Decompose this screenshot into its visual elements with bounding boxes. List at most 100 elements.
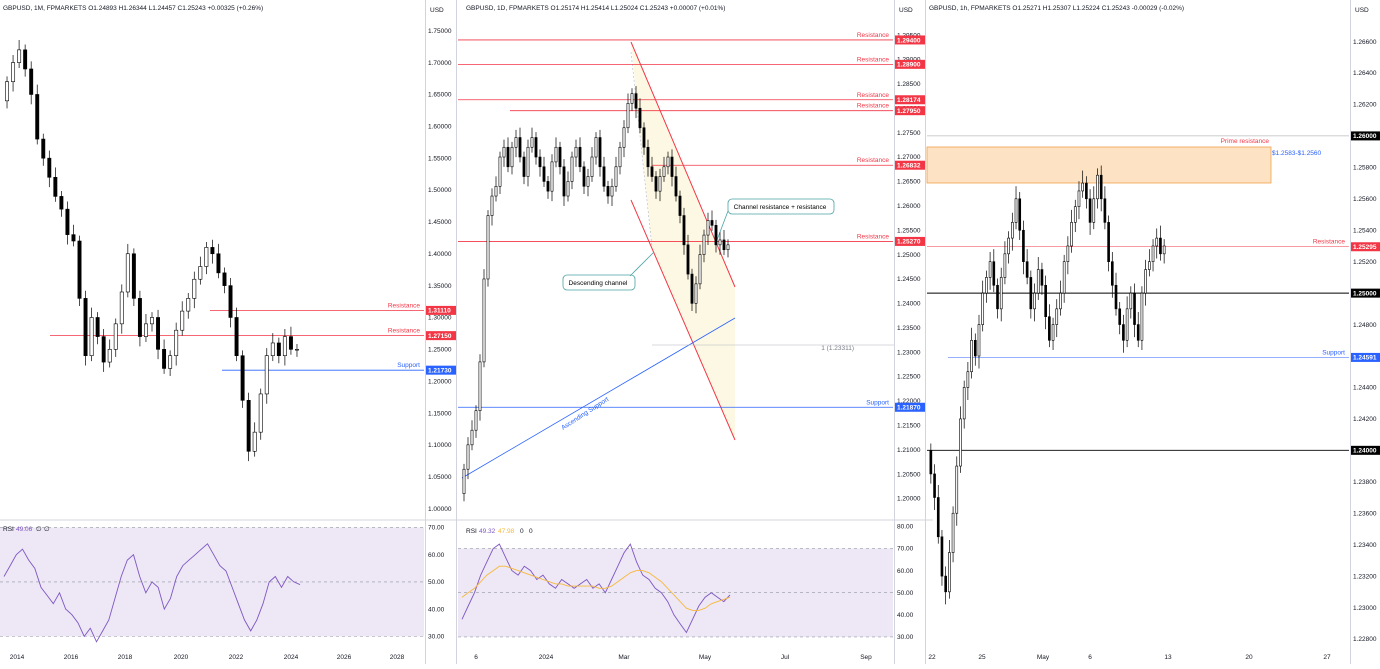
candle-body <box>582 166 586 187</box>
time-axis-tick: Mar <box>618 654 630 661</box>
price-tag-value: 1.31110 <box>428 308 451 315</box>
candle-body <box>1014 198 1018 223</box>
fib-level-label: 1 (1.23311) <box>821 345 854 352</box>
candle-body <box>246 400 251 452</box>
candle-body <box>929 450 933 475</box>
price-tag-value: 1.21870 <box>897 405 921 412</box>
candle-body <box>1099 174 1103 200</box>
candle-body <box>1055 308 1059 325</box>
candle-body <box>944 575 947 593</box>
monthly-chart-panel[interactable]: 1.75000 1.70000 1.65000 1.60000 1.55000 1.500… <box>0 28 464 661</box>
time-axis-tick: Sep <box>860 654 872 661</box>
candle-body <box>606 185 610 197</box>
time-axis-tick: 27 <box>1323 654 1331 661</box>
candle-body <box>574 146 578 158</box>
price-axis-tick: 1.10000 <box>428 442 452 449</box>
candle-body <box>1085 182 1088 200</box>
price-axis-tick: 1.23200 <box>1353 573 1377 580</box>
candle-body <box>530 137 534 148</box>
candle-body <box>1140 292 1144 341</box>
candle-body <box>1007 237 1010 255</box>
price-axis-tick: 1.24000 <box>897 301 921 308</box>
candle-body <box>180 310 185 331</box>
candle-body <box>981 292 985 325</box>
level-label: Resistance <box>388 302 421 309</box>
candle-body <box>1159 237 1162 255</box>
candle-body <box>482 278 486 363</box>
candle-body <box>951 512 955 553</box>
candle-body <box>988 261 992 278</box>
candle-body <box>566 181 570 197</box>
price-tag-value: 1.28900 <box>897 62 921 69</box>
candle-body <box>252 431 257 452</box>
candle-body <box>959 418 962 467</box>
ascending-support-line <box>461 317 736 479</box>
candle-body <box>1036 269 1040 294</box>
candle-body <box>5 81 9 102</box>
price-axis-tick: 1.26000 <box>897 203 921 210</box>
price-axis-tick: 1.25500 <box>897 227 921 234</box>
candle-body <box>83 298 88 357</box>
chart-workspace: 1.75000 1.70000 1.65000 1.60000 1.55000 1.500… <box>0 0 1380 664</box>
candle-body <box>714 225 718 246</box>
candle-body <box>682 215 686 246</box>
candle-body <box>95 317 100 337</box>
price-axis-tick: 1.50000 <box>428 187 452 194</box>
level-label: Support <box>866 399 889 406</box>
candle-body <box>204 247 209 267</box>
candle-body <box>143 323 148 337</box>
candle-body <box>258 393 263 433</box>
candle-body <box>174 329 179 357</box>
price-axis-tick: 1.45000 <box>428 219 452 226</box>
level-label: Resistance <box>857 32 890 39</box>
candle-body <box>1018 198 1022 231</box>
candle-body <box>1151 245 1155 262</box>
rsi-axis-tick: 50.00 <box>428 579 445 586</box>
hourly-currency-label: USD <box>1355 7 1369 14</box>
candle-body <box>53 176 58 197</box>
rsi-axis-tick: 80.00 <box>897 524 914 531</box>
price-axis-tick: 1.25400 <box>1353 227 1377 234</box>
candle-body <box>1103 198 1107 223</box>
level-label: Resistance <box>857 157 890 164</box>
chart-canvas: 1.75000 1.70000 1.65000 1.60000 1.55000 1.500… <box>0 0 1380 664</box>
daily-chart-panel[interactable]: 1.295001.290001.285001.280001.275001.270… <box>458 32 933 661</box>
candle-body <box>722 239 726 251</box>
level-label: Resistance <box>1313 239 1346 246</box>
candle-body <box>510 146 514 168</box>
candle-body <box>1033 292 1036 310</box>
price-axis-tick: 1.22500 <box>897 374 921 381</box>
level-label: Resistance <box>388 328 421 335</box>
price-axis-tick: 1.00000 <box>428 506 452 513</box>
daily-rsi-ma-value: 47.98 <box>498 528 515 535</box>
candle-body <box>1022 229 1025 262</box>
candle-body <box>1051 324 1055 341</box>
price-axis-tick: 1.25000 <box>897 252 921 259</box>
candle-body <box>618 146 622 168</box>
candle-body <box>478 361 482 411</box>
price-axis-tick: 1.26200 <box>1353 102 1377 109</box>
hourly-chart-panel[interactable]: 1.26600 1.26400 1.26200 1.26000 1.25800 1.256… <box>926 39 1380 661</box>
price-axis-tick: 1.75000 <box>428 28 452 35</box>
candle-body <box>542 166 546 182</box>
prime-resistance-zone <box>926 146 1272 184</box>
candle-body <box>17 49 22 63</box>
candle-body <box>1110 261 1114 286</box>
time-axis-tick: 2020 <box>174 654 189 661</box>
time-axis-tick: 25 <box>978 654 986 661</box>
daily-rsi-extra: 0 <box>520 528 524 535</box>
monthly-rsi-label: RSI <box>3 526 14 533</box>
candle-body <box>150 317 154 325</box>
candle-body <box>1025 261 1029 278</box>
price-axis-tick: 1.70000 <box>428 60 452 67</box>
candle-body <box>650 166 654 177</box>
candle-body <box>614 166 618 187</box>
time-axis-tick: 2024 <box>539 654 554 661</box>
price-axis-tick: 1.20000 <box>897 496 921 503</box>
price-axis-tick: 1.24800 <box>1353 322 1377 329</box>
channel-resistance-callout-text: Channel resistance + resistance <box>734 204 827 211</box>
candle-body <box>1059 292 1062 310</box>
candle-body <box>47 157 52 178</box>
candle-body <box>156 317 161 350</box>
daily-rsi-value: 49.32 <box>479 528 496 535</box>
